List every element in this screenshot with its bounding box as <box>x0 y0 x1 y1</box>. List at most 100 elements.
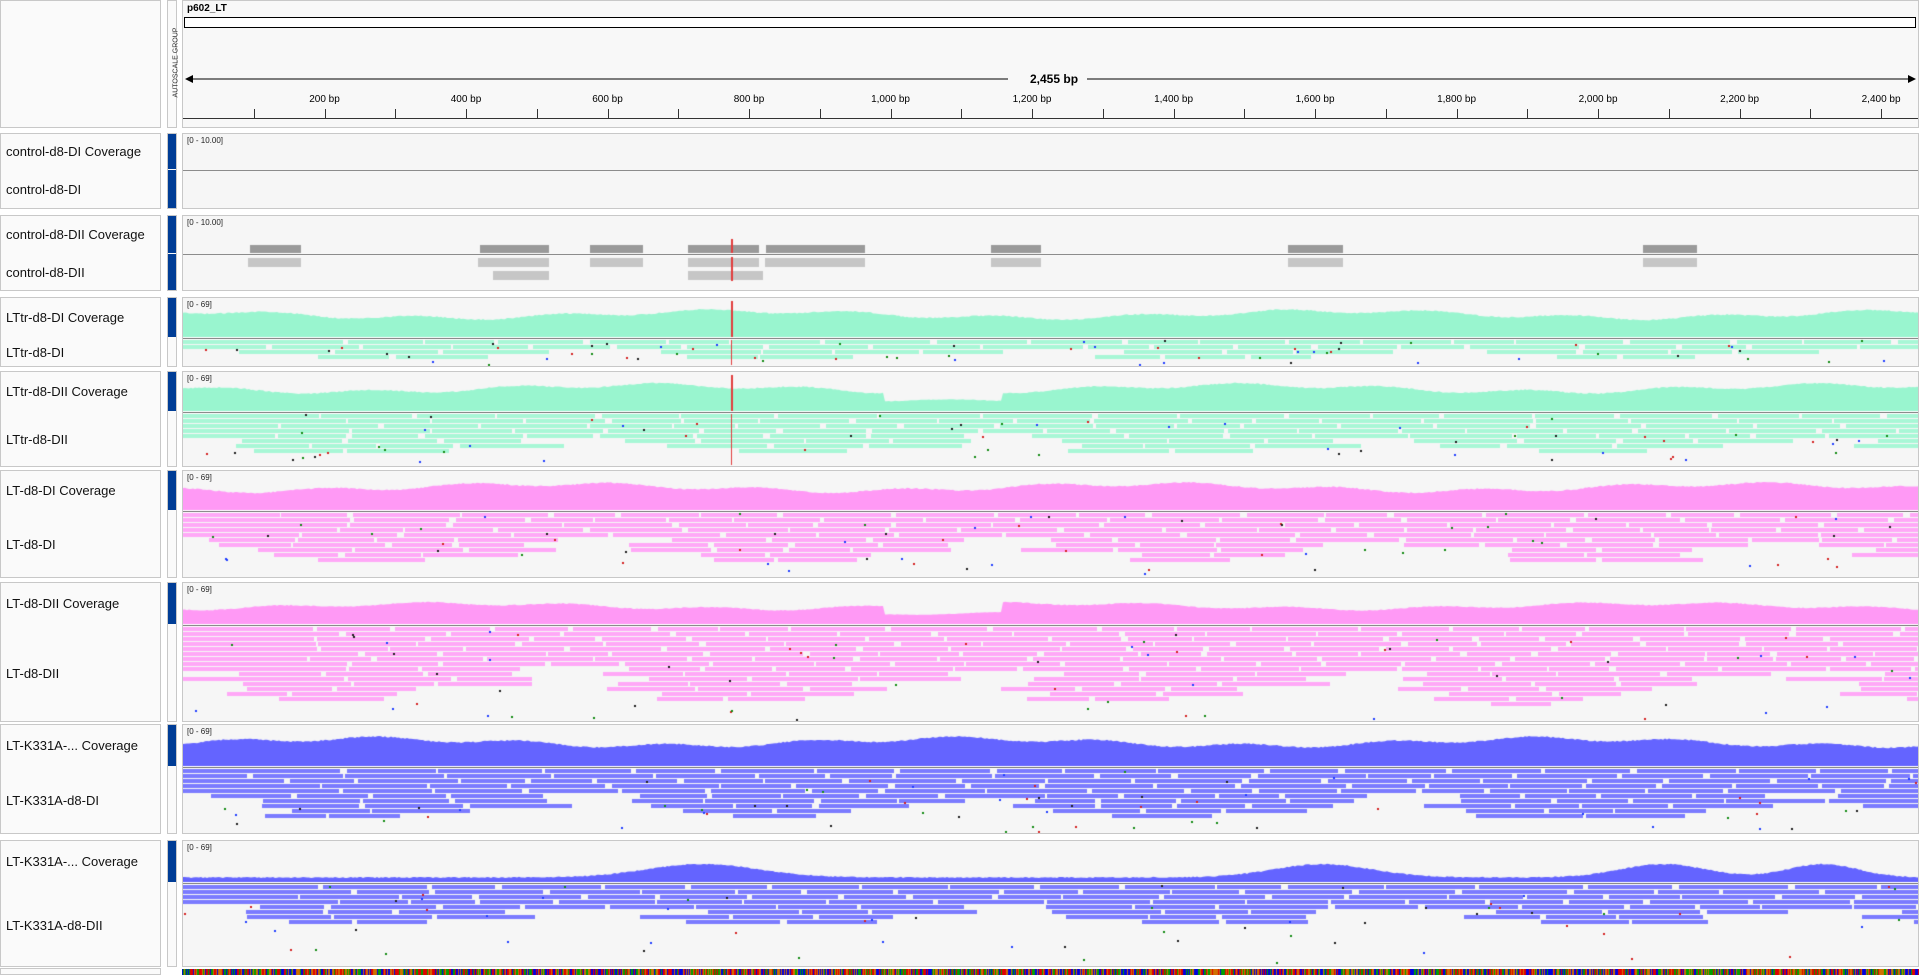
alignment-track-name[interactable]: LTtr-d8-DI <box>6 345 64 360</box>
ruler-tick-label: 400 bp <box>450 94 482 105</box>
attribute-column <box>167 840 177 967</box>
ruler-tick <box>1385 109 1387 118</box>
alignment-track-name[interactable]: LTtr-d8-DII <box>6 432 68 447</box>
ruler-tick-label: 1,600 bp <box>1295 94 1335 105</box>
alignment-track-name[interactable]: control-d8-DI <box>6 182 81 197</box>
ruler-tick <box>1527 109 1529 118</box>
autoscale-group-marker <box>168 134 176 169</box>
track-separator <box>183 883 1918 884</box>
autoscale-group-marker <box>168 298 176 337</box>
sequence-name-panel <box>0 968 161 975</box>
coverage-and-alignment-canvas[interactable] <box>183 471 1918 577</box>
ruler-tick-label: 1,400 bp <box>1154 94 1194 105</box>
coverage-and-alignment-canvas[interactable] <box>183 583 1918 721</box>
span-label: 2,455 bp <box>1026 72 1083 86</box>
coverage-track-name[interactable]: LT-d8-DI Coverage <box>6 483 116 498</box>
autoscale-label: AUTOSCALE GROUP <box>172 27 180 98</box>
ruler-tick-label: 1,200 bp <box>1012 94 1052 105</box>
track-data-panel[interactable]: [0 - 69] <box>182 371 1919 467</box>
track-data-panel[interactable]: [0 - 69] <box>182 724 1919 834</box>
ruler-tick <box>466 109 467 118</box>
track-data-panel[interactable]: [0 - 10.00] <box>182 133 1919 209</box>
coverage-and-alignment-canvas[interactable] <box>183 372 1918 466</box>
track-name-panel[interactable]: LTtr-d8-DI Coverage LTtr-d8-DI <box>0 297 161 367</box>
data-range-label: [0 - 10.00] <box>187 218 224 227</box>
ruler-panel[interactable]: p602_LT 2,455 bp 200 bp 400 bp 600 bp 800 b… <box>182 0 1919 128</box>
track-separator <box>183 767 1918 768</box>
track-data-panel[interactable]: [0 - 69] <box>182 840 1919 967</box>
ruler-tick-label: 1,800 bp <box>1437 94 1477 105</box>
coverage-and-alignment-canvas[interactable] <box>183 725 1918 833</box>
alignment-track-name[interactable]: LT-d8-DI <box>6 537 56 552</box>
track-data-panel[interactable]: [0 - 69] <box>182 582 1919 722</box>
autoscale-group-column: AUTOSCALE GROUP <box>167 0 180 128</box>
coverage-track-name[interactable]: control-d8-DI Coverage <box>6 144 141 159</box>
alignment-track-name[interactable]: LT-K331A-d8-DII <box>6 918 103 933</box>
ruler-tick-label: 200 bp <box>309 94 340 105</box>
track-data-panel[interactable]: [0 - 69] <box>182 297 1919 367</box>
track-name-panel[interactable]: LTtr-d8-DII Coverage LTtr-d8-DII <box>0 371 161 467</box>
track-separator <box>183 625 1918 626</box>
alignment-track-name[interactable]: LT-K331A-d8-DI <box>6 793 99 808</box>
ruler-tick-label: 1,000 bp <box>871 94 910 105</box>
track-data-panel[interactable]: [0 - 69] <box>182 470 1919 578</box>
igv-app: AUTOSCALE GROUP p602_LT 2,455 bp 200 bp 4… <box>0 0 1920 975</box>
ruler-tick <box>1456 109 1458 118</box>
ruler-tick <box>1244 109 1246 118</box>
track-separator <box>183 511 1918 512</box>
data-range-label: [0 - 69] <box>187 727 212 736</box>
coverage-track-name[interactable]: LT-K331A-... Coverage <box>6 738 138 753</box>
autoscale-group-marker <box>168 841 176 882</box>
ruler-tick <box>1598 109 1600 118</box>
autoscale-group-marker <box>168 216 176 253</box>
ruler-tick-label: 2,200 bp <box>1720 94 1760 105</box>
chromosome-name: p602_LT <box>187 3 227 14</box>
ruler-tick <box>1739 109 1741 118</box>
ruler-tick <box>607 109 609 118</box>
ruler-tick <box>536 109 538 118</box>
track-separator <box>183 412 1918 413</box>
coverage-and-alignment-canvas[interactable] <box>183 841 1918 966</box>
reference-sequence-track[interactable] <box>182 969 1919 975</box>
ruler-tick <box>961 109 963 118</box>
coverage-track-name[interactable]: control-d8-DII Coverage <box>6 227 145 242</box>
ruler-tick <box>395 109 397 118</box>
alignment-track-name[interactable]: control-d8-DII <box>6 265 85 280</box>
track-name-panel[interactable]: LT-d8-DII Coverage LT-d8-DII <box>0 582 161 722</box>
coverage-and-alignment-canvas[interactable] <box>183 134 1918 208</box>
ruler-tick <box>749 109 751 118</box>
attribute-column <box>167 297 177 367</box>
ruler-tick <box>819 109 821 118</box>
ruler-tick <box>1315 109 1317 118</box>
data-range-label: [0 - 69] <box>187 374 212 383</box>
ruler-tick <box>1102 109 1104 118</box>
track-separator <box>183 338 1918 339</box>
data-range-label: [0 - 69] <box>187 300 212 309</box>
ruler-baseline <box>183 118 1918 119</box>
autoscale-group-marker <box>168 725 176 766</box>
chromosome-ideogram[interactable] <box>184 17 1916 28</box>
ruler-tick <box>1032 109 1034 118</box>
coverage-and-alignment-canvas[interactable] <box>183 298 1918 366</box>
coverage-track-name[interactable]: LTtr-d8-DII Coverage <box>6 384 128 399</box>
coverage-track-name[interactable]: LT-d8-DII Coverage <box>6 596 119 611</box>
track-name-panel[interactable]: LT-K331A-... Coverage LT-K331A-d8-DII <box>0 840 161 967</box>
attribute-column <box>167 724 177 834</box>
track-name-panel[interactable]: LT-d8-DI Coverage LT-d8-DI <box>0 470 161 578</box>
autoscale-group-marker <box>168 372 176 411</box>
data-range-label: [0 - 69] <box>187 473 212 482</box>
autoscale-group-marker <box>168 471 176 510</box>
coverage-track-name[interactable]: LTtr-d8-DI Coverage <box>6 310 124 325</box>
track-name-panel[interactable]: LT-K331A-... Coverage LT-K331A-d8-DI <box>0 724 161 834</box>
track-separator <box>183 254 1918 255</box>
alignment-track-name[interactable]: LT-d8-DII <box>6 666 59 681</box>
track-name-panel[interactable]: control-d8-DII Coverage control-d8-DII <box>0 215 161 291</box>
data-range-label: [0 - 69] <box>187 585 212 594</box>
coverage-track-name[interactable]: LT-K331A-... Coverage <box>6 854 138 869</box>
attribute-column <box>167 215 177 291</box>
ruler-tick <box>1881 109 1883 118</box>
ruler-tick <box>324 109 326 118</box>
track-name-panel[interactable]: control-d8-DI Coverage control-d8-DI <box>0 133 161 209</box>
track-data-panel[interactable]: [0 - 10.00] <box>182 215 1919 291</box>
ruler-tick-label: 2,000 bp <box>1578 94 1618 105</box>
